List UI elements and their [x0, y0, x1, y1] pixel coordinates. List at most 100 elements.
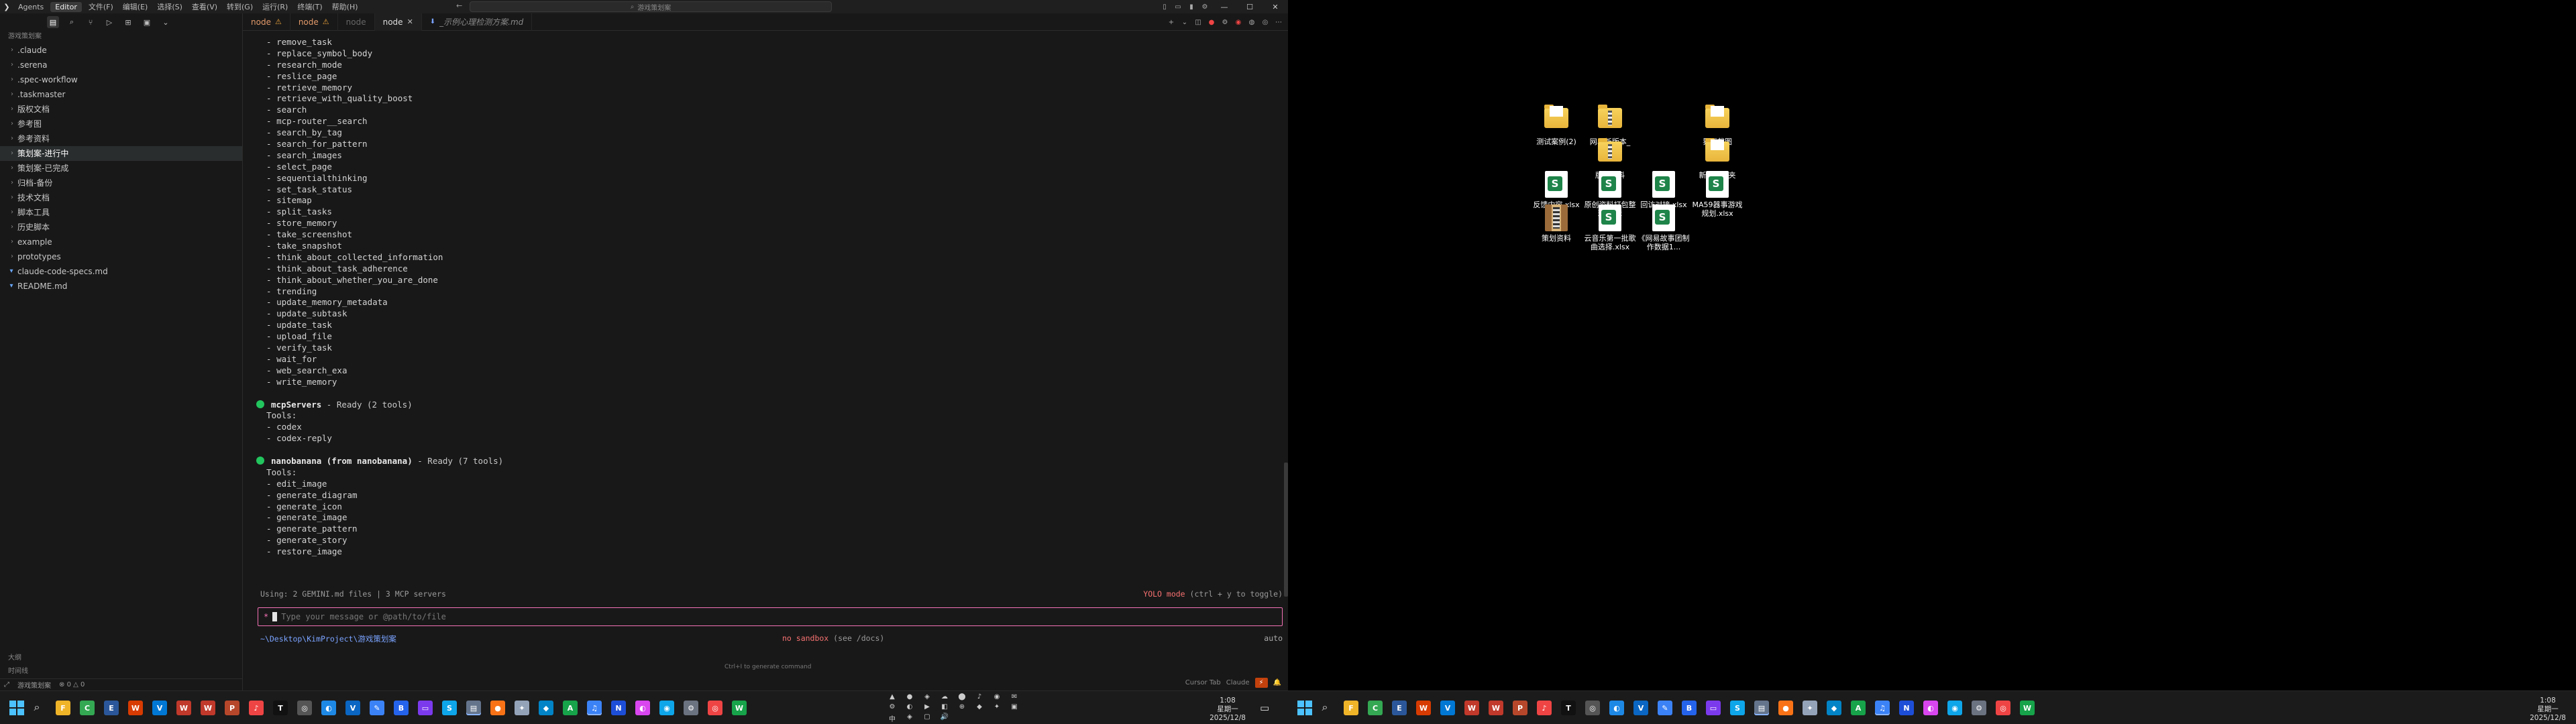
copilot-icon[interactable]: ◍	[1246, 17, 1257, 27]
tree-folder[interactable]: › 策划案-进行中	[0, 146, 242, 161]
settings-gear-icon[interactable]: ⚙	[1199, 1, 1210, 12]
tree-folder[interactable]: › 参考资料	[0, 131, 242, 146]
editor-tab-node-1[interactable]: node ⚠	[243, 13, 290, 31]
menu-help[interactable]: 帮助(H)	[327, 1, 363, 12]
menu-run[interactable]: 运行(R)	[258, 1, 292, 12]
taskbar-app-icon[interactable]: ●	[1778, 701, 1793, 715]
taskbar-app-icon[interactable]: ◎	[1996, 701, 2010, 715]
tree-folder[interactable]: › .spec-workflow	[0, 72, 242, 87]
tray-icon[interactable]: ⚙	[887, 703, 898, 711]
desktop-icon[interactable]: S反馈内容.xlsx	[1529, 171, 1583, 209]
record-icon[interactable]: ●	[1206, 17, 1217, 27]
taskbar-app-icon[interactable]: ♪	[1537, 701, 1552, 715]
taskbar-app-icon[interactable]: ●	[490, 701, 505, 715]
tree-folder[interactable]: › 历史脚本	[0, 220, 242, 235]
taskbar-app-icon[interactable]: ◆	[1827, 701, 1841, 715]
menu-file[interactable]: 文件(F)	[84, 1, 118, 12]
tray-icon[interactable]: ◉	[991, 693, 1002, 701]
taskbar-app-icon[interactable]: E	[1392, 701, 1407, 715]
tree-folder[interactable]: › .serena	[0, 58, 242, 72]
taskbar-app-icon[interactable]: S	[1730, 701, 1745, 715]
tray-icon[interactable]: ◈	[904, 713, 915, 723]
tray-icon[interactable]: ⊕	[957, 703, 967, 711]
editor-tab-markdown[interactable]: ⬇ _示例心理检测方案.md	[422, 13, 533, 31]
taskbar-app-icon[interactable]: V	[345, 701, 360, 715]
menu-go[interactable]: 转到(G)	[222, 1, 258, 12]
desktop-icon[interactable]: S回访对接.xlsx	[1637, 171, 1690, 209]
run-debug-icon[interactable]: ▷	[103, 16, 115, 28]
taskbar-app-icon[interactable]: ✎	[1658, 701, 1672, 715]
minimize-button[interactable]: —	[1212, 0, 1237, 13]
close-icon[interactable]: ✕	[407, 17, 413, 26]
taskbar-app-icon[interactable]: ◆	[539, 701, 553, 715]
taskbar-app-icon[interactable]: A	[1851, 701, 1866, 715]
taskbar-app-icon[interactable]: ◐	[635, 701, 650, 715]
remote-icon[interactable]: ▣	[141, 16, 153, 28]
taskbar-app-icon[interactable]: V	[152, 701, 167, 715]
outline-section[interactable]: 大纲	[0, 652, 242, 665]
taskbar-app-icon[interactable]: ♪	[249, 701, 264, 715]
taskbar-search-icon[interactable]: ⌕	[1318, 700, 1332, 715]
menu-terminal[interactable]: 终端(T)	[292, 1, 327, 12]
taskbar-app-icon[interactable]: ▭	[418, 701, 433, 715]
tray-icon[interactable]: ♪	[974, 693, 985, 701]
tray-icon[interactable]: ✦	[991, 703, 1002, 711]
tray-icon[interactable]: ◧	[939, 703, 950, 711]
taskbar-app-icon[interactable]: ♫	[1875, 701, 1890, 715]
taskbar-app-icon[interactable]: ▭	[1706, 701, 1721, 715]
taskbar-app-icon[interactable]: T	[1561, 701, 1576, 715]
taskbar-app-icon[interactable]: F	[1344, 701, 1358, 715]
tree-folder[interactable]: › 参考图	[0, 117, 242, 131]
layout-split-icon[interactable]: ▮	[1186, 1, 1197, 12]
tray-icon[interactable]: ▣	[1009, 703, 1020, 711]
taskbar-clock[interactable]: 1:08 星期一 2025/12/8	[2528, 697, 2568, 723]
search-icon[interactable]: ⌕	[66, 16, 78, 28]
taskbar-app-icon[interactable]: ◐	[1923, 701, 1938, 715]
notification-center-icon[interactable]: ▭	[1260, 702, 1269, 714]
back-arrow-icon[interactable]: ←	[456, 1, 462, 10]
timeline-section[interactable]: 时间线	[0, 665, 242, 678]
layout-sidebar-icon[interactable]: ▯	[1159, 1, 1170, 12]
desktop-icon[interactable]: S MA59器事游戏规划.xlsx	[1690, 171, 1744, 218]
layout-panel-icon[interactable]: ▭	[1173, 1, 1183, 12]
taskbar-app-icon[interactable]: ◐	[321, 701, 336, 715]
tray-icon[interactable]: ◆	[974, 703, 985, 711]
taskbar-app-icon[interactable]: B	[394, 701, 409, 715]
tray-icon[interactable]: ✉	[1009, 693, 1020, 701]
tray-icon[interactable]: ▲	[887, 693, 898, 701]
tree-file[interactable]: ▾ claude-code-specs.md	[0, 264, 242, 279]
taskbar-app-icon[interactable]: P	[225, 701, 239, 715]
tree-folder[interactable]: › prototypes	[0, 249, 242, 264]
desktop-icon[interactable]: 测试案例(2)	[1529, 104, 1583, 146]
tree-file[interactable]: ▾ README.md	[0, 279, 242, 294]
menu-edit[interactable]: 编辑(E)	[118, 1, 153, 12]
taskbar-app-icon[interactable]: ⚙	[1972, 701, 1986, 715]
menu-selection[interactable]: 选择(S)	[152, 1, 187, 12]
taskbar-app-icon[interactable]: ✦	[515, 701, 529, 715]
taskbar-clock[interactable]: 1:08 星期一 2025/12/8	[1208, 697, 1248, 723]
desktop-icon[interactable]: 策划资料	[1529, 204, 1583, 243]
tray-icon[interactable]: 🔊	[939, 713, 950, 723]
taskbar-app-icon[interactable]: W	[201, 701, 215, 715]
chevron-down-icon[interactable]: ⌄	[1179, 17, 1190, 27]
taskbar-app-icon[interactable]: P	[1513, 701, 1527, 715]
remote-indicator-icon[interactable]: ⤢	[4, 681, 9, 688]
taskbar-app-icon[interactable]: ▤	[1754, 701, 1769, 715]
taskbar-app-icon[interactable]: ◐	[1609, 701, 1624, 715]
tray-icon[interactable]: ●	[904, 693, 915, 701]
tray-icon[interactable]: ▢	[922, 713, 932, 723]
taskbar-app-icon[interactable]: V	[1440, 701, 1455, 715]
tree-folder[interactable]: › 归档-备份	[0, 176, 242, 190]
tray-icon[interactable]: ◐	[904, 703, 915, 711]
cursor-tab-status[interactable]: Cursor Tab	[1185, 679, 1221, 686]
taskbar-app-icon[interactable]: N	[1899, 701, 1914, 715]
taskbar-app-icon[interactable]: W	[1416, 701, 1431, 715]
tab-agents[interactable]: Agents	[13, 2, 48, 12]
tree-folder[interactable]: › 版权文档	[0, 102, 242, 117]
files-icon[interactable]: ▤	[47, 16, 59, 28]
taskbar-app-icon[interactable]: ◎	[297, 701, 312, 715]
message-input[interactable]: * Type your message or @path/to/file	[258, 607, 1283, 626]
taskbar-app-icon[interactable]: ◉	[1947, 701, 1962, 715]
command-search-box[interactable]: ⌕ 游戏策划案	[470, 1, 832, 12]
taskbar-app-icon[interactable]: C	[1368, 701, 1383, 715]
